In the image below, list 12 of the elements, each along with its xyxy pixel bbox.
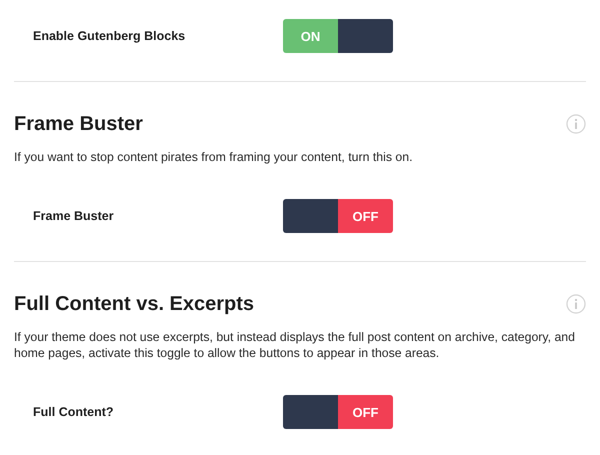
setting-label: Frame Buster	[32, 209, 115, 223]
setting-label: Enable Gutenberg Blocks	[32, 29, 186, 43]
toggle-switch[interactable]: OFF	[283, 395, 393, 429]
section-description: If you want to stop content pirates from framing your content, turn this on.	[14, 149, 414, 165]
toggle-switch[interactable]: ON	[283, 19, 393, 53]
section-description: If your theme does not use excerpts, but instead displays the full post content on archive, category, and home pages, activate this toggle to allow the buttons to appear in those areas.	[14, 329, 576, 361]
setting-label: Full Content?	[32, 405, 115, 419]
info-icon[interactable]	[566, 114, 586, 134]
section-heading: Frame Buster	[14, 112, 143, 136]
info-icon[interactable]	[566, 294, 586, 314]
section-heading: Full Content vs. Excerpts	[14, 292, 254, 316]
toggle-switch[interactable]: OFF	[283, 199, 393, 233]
